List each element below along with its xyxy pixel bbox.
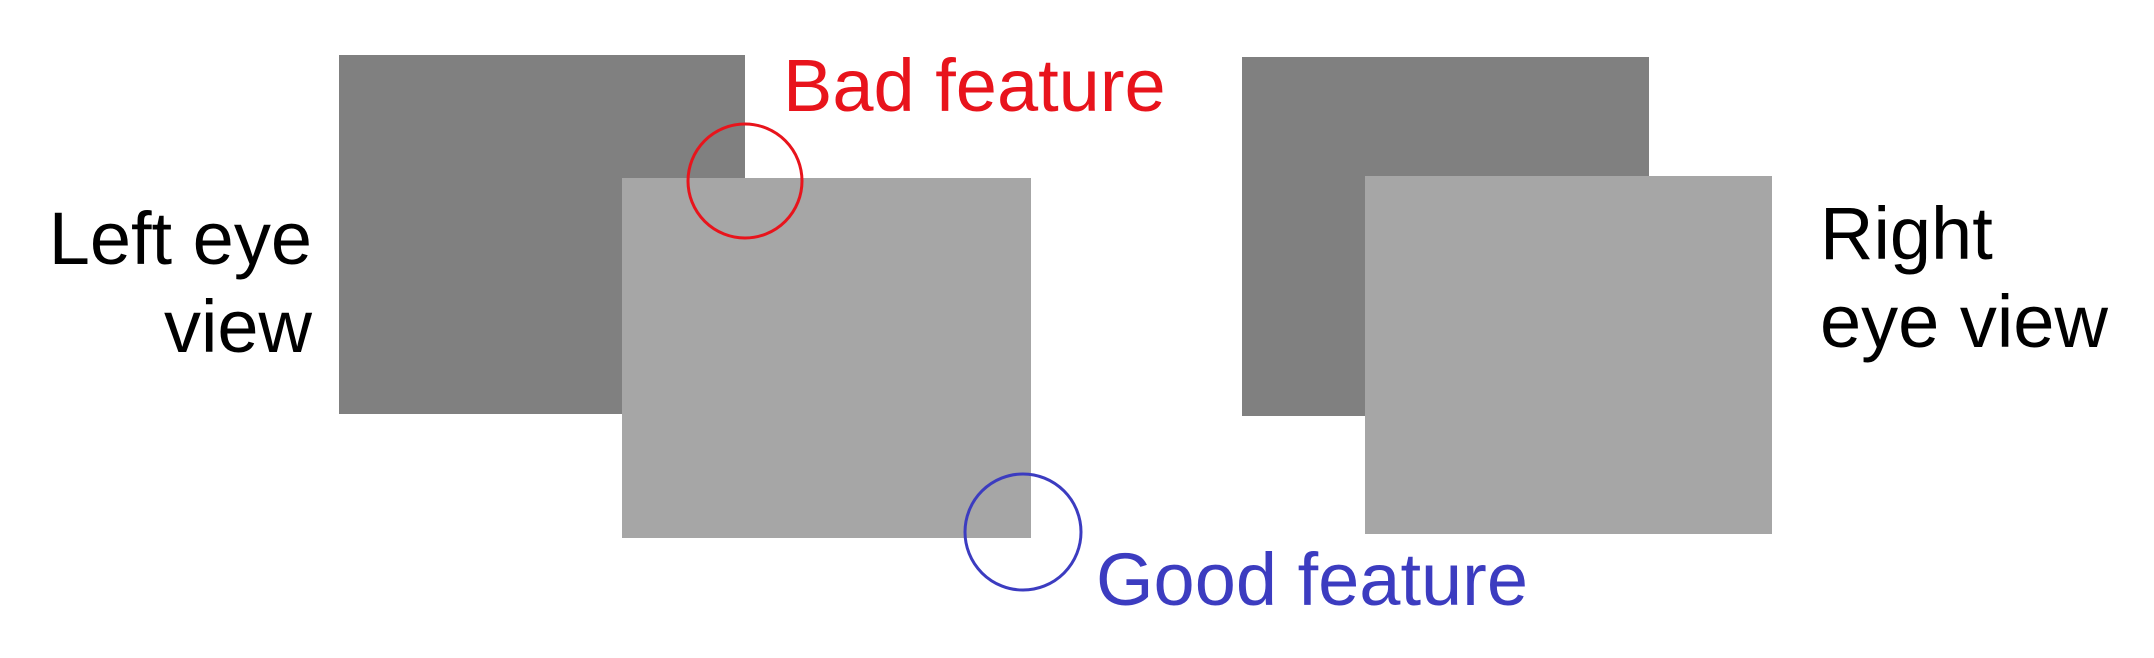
good-feature-label: Good feature [1096, 538, 1528, 621]
stereo-diagram: Left eye view Right eye view Bad feature… [0, 0, 2154, 658]
bad-feature-circle [686, 122, 804, 240]
bad-feature-label: Bad feature [783, 44, 1166, 127]
good-feature-circle [963, 472, 1083, 592]
